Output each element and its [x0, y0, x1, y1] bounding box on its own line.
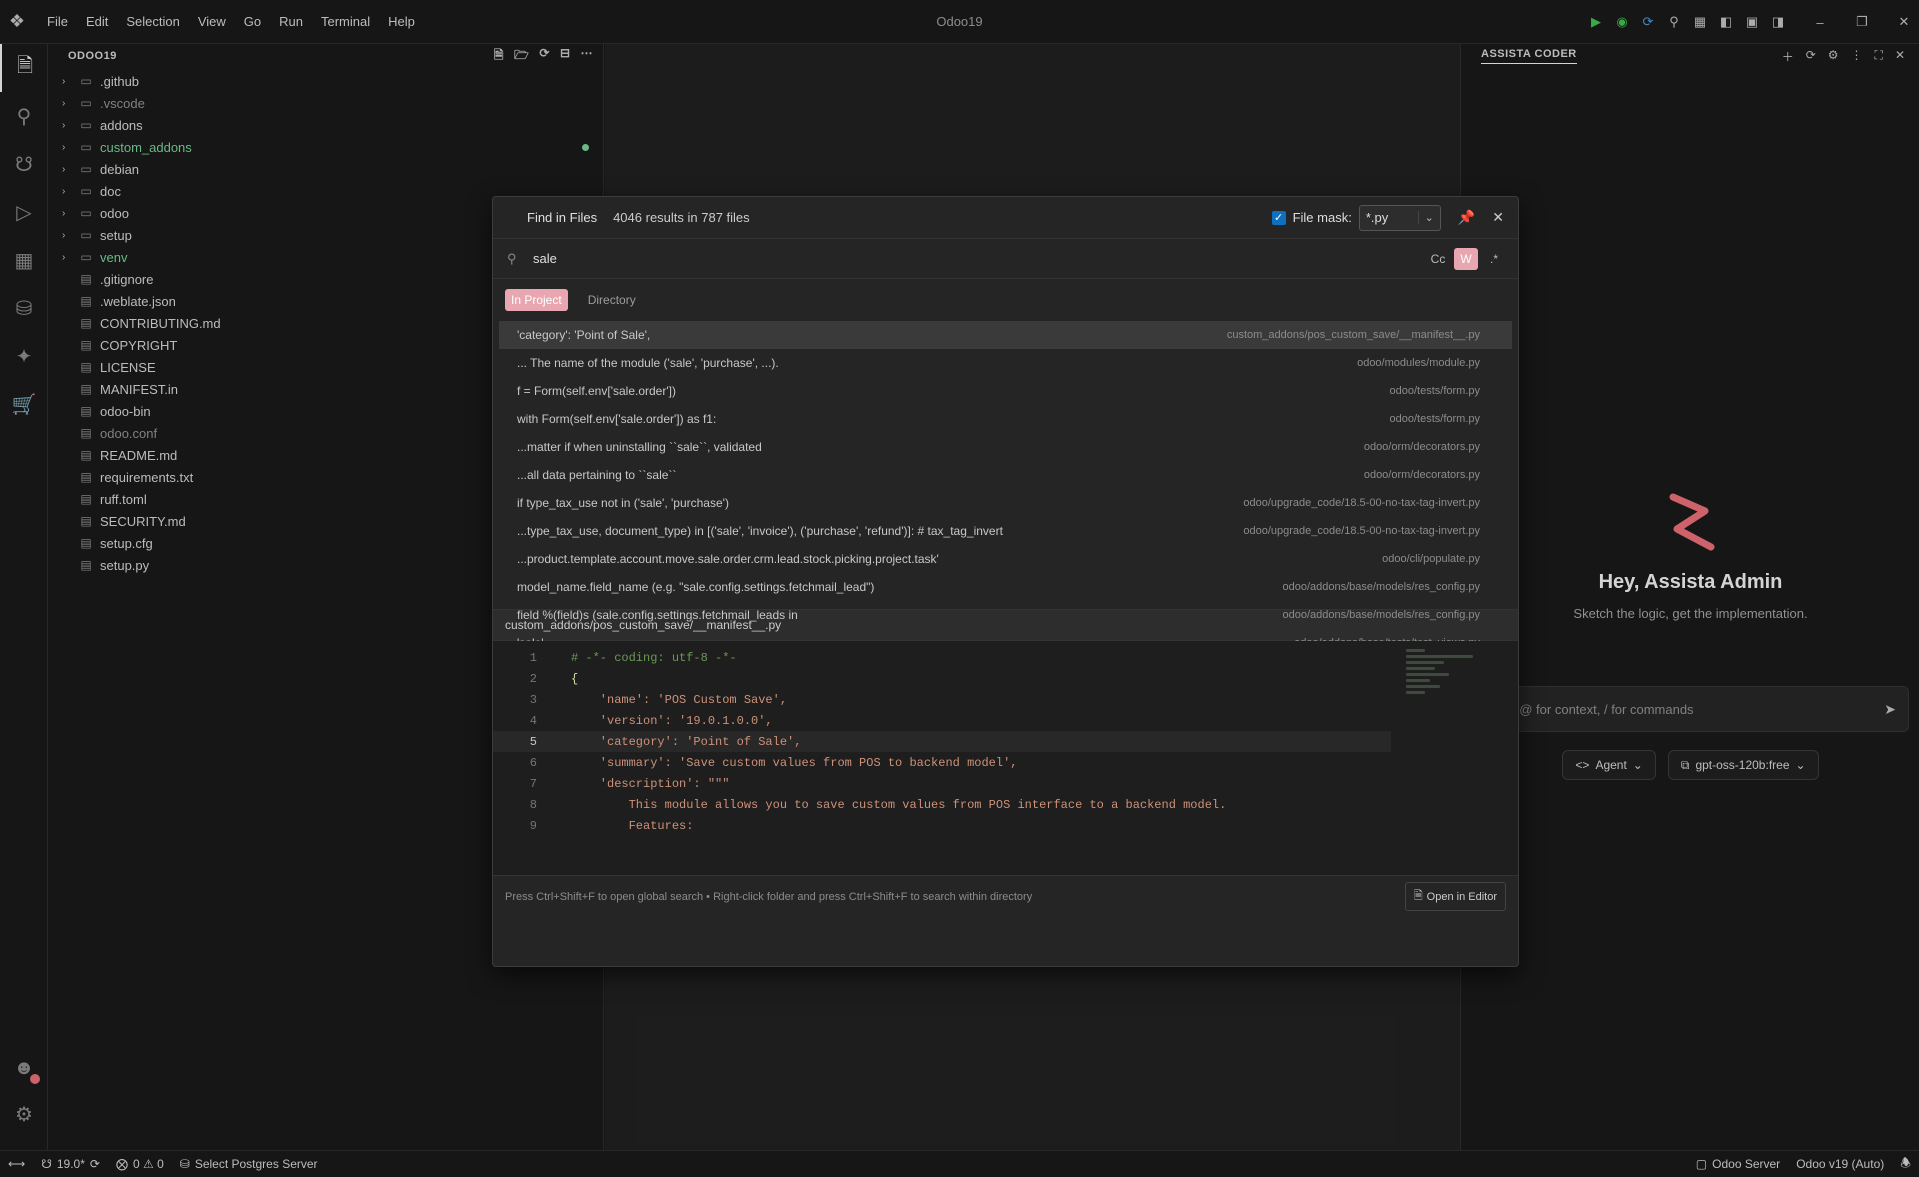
code-text: 'name': 'POS Custom Save', [571, 692, 788, 707]
result-file-path: odoo/tests/form.py [1389, 385, 1481, 397]
open-in-editor-button[interactable]: 🗎 Open in Editor [1404, 882, 1506, 911]
file-mask-value: *.py [1365, 210, 1389, 225]
result-file-path: odoo/addons/base/models/res_config.py [1282, 581, 1480, 593]
line-number: 3 [529, 692, 537, 707]
code-line: 1 # -*- coding: utf-8 -*- [493, 647, 1518, 668]
result-file-path: custom_addons/pos_custom_save/__manifest… [1226, 329, 1480, 341]
line-number: 7 [529, 776, 537, 791]
code-text: Features: [571, 818, 694, 833]
tab-in-project[interactable]: In Project [505, 289, 568, 311]
result-line-text: field %(field)s (sale.config.settings.fe… [517, 608, 798, 622]
result-row[interactable]: with Form(self.env['sale.order']) as f1:… [499, 405, 1512, 433]
code-line: 9 Features: [493, 815, 1518, 836]
line-number: 2 [529, 671, 537, 686]
code-line: 2{ [493, 668, 1518, 689]
code-text: 'description': """ [571, 776, 730, 791]
code-text: 'summary': 'Save custom values from POS … [571, 755, 1018, 770]
line-number: 9 [529, 818, 537, 833]
code-line: 6 'summary': 'Save custom values from PO… [493, 752, 1518, 773]
result-line-text: ...type_tax_use, document_type) in [('sa… [517, 524, 1003, 538]
result-line-text: ... The name of the module ('sale', 'pur… [517, 356, 779, 370]
result-file-path: odoo/cli/populate.py [1382, 553, 1480, 565]
result-line-text: if type_tax_use not in ('sale', 'purchas… [517, 496, 729, 510]
result-row[interactable]: model_name.field_name (e.g. "sale.config… [499, 573, 1512, 601]
result-count: 4046 results in 787 files [613, 210, 750, 225]
result-line-text: ...all data pertaining to ``sale`` [517, 468, 677, 482]
whole-word-toggle[interactable]: W [1454, 247, 1478, 270]
result-file-path: odoo/upgrade_code/18.5-00-no-tax-tag-inv… [1243, 525, 1480, 537]
result-file-path: odoo/addons/base/models/res_config.py [1282, 609, 1480, 621]
line-number: 8 [529, 797, 537, 812]
chevron-down-icon: ⌄ [1417, 211, 1434, 224]
result-row[interactable]: ...type_tax_use, document_type) in [('sa… [499, 517, 1512, 545]
code-text: This module allows you to save custom va… [571, 797, 1227, 812]
search-input[interactable] [533, 251, 1422, 266]
match-case-toggle[interactable]: Cc [1426, 248, 1450, 270]
line-number: 4 [529, 713, 537, 728]
code-line: 5 'category': 'Point of Sale', [493, 731, 1391, 752]
file-mask-label: File mask: [1292, 210, 1352, 225]
search-icon: ⚲ [507, 250, 517, 266]
result-row[interactable]: f = Form(self.env['sale.order']) odoo/tes… [499, 377, 1512, 405]
regex-toggle[interactable]: .* [1482, 248, 1506, 270]
code-text: 'category': 'Point of Sale', [571, 734, 802, 749]
minimap[interactable] [1406, 649, 1502, 849]
result-file-path: odoo/orm/decorators.py [1363, 469, 1480, 481]
code-text: # -*- coding: utf-8 -*- [571, 650, 737, 665]
result-row[interactable]: 'category': 'Point of Sale', custom_addon… [499, 321, 1512, 349]
result-line-text: 'category': 'Point of Sale', [517, 328, 651, 342]
result-line-text: with Form(self.env['sale.order']) as f1: [517, 412, 717, 426]
find-dialog-footer: Press Ctrl+Shift+F to open global search… [493, 875, 1518, 917]
file-mask-checkbox[interactable]: ✓ [1271, 210, 1286, 225]
code-text: 'version': '19.0.1.0.0', [571, 713, 773, 728]
result-line-text: f = Form(self.env['sale.order']) [517, 384, 676, 398]
code-line: 3 'name': 'POS Custom Save', [493, 689, 1518, 710]
result-file-path: odoo/modules/module.py [1357, 357, 1480, 369]
code-text: { [571, 671, 579, 686]
code-preview: 1 # -*- coding: utf-8 -*- 2{3 'name': 'POS… [493, 641, 1518, 875]
result-file-path: odoo/orm/decorators.py [1363, 441, 1480, 453]
result-file-path: odoo/upgrade_code/18.5-00-no-tax-tag-inv… [1243, 497, 1480, 509]
tab-directory[interactable]: Directory [582, 289, 642, 311]
open-in-editor-label: Open in Editor [1426, 890, 1497, 903]
result-row[interactable]: ... The name of the module ('sale', 'pur… [499, 349, 1512, 377]
result-file-path: odoo/tests/form.py [1389, 413, 1481, 425]
find-dialog-header: Find in Files 4046 results in 787 files … [493, 197, 1518, 239]
result-row[interactable]: field %(field)s (sale.config.settings.fe… [499, 601, 1512, 629]
results-list: 'category': 'Point of Sale', custom_addon… [493, 321, 1518, 678]
find-dialog-title: Find in Files [527, 210, 598, 225]
scope-tabs: In Project Directory [493, 279, 1518, 321]
line-number: 5 [529, 734, 537, 749]
result-row[interactable]: if type_tax_use not in ('sale', 'purchas… [499, 489, 1512, 517]
footer-hint: Press Ctrl+Shift+F to open global search… [505, 890, 1033, 903]
file-mask-select[interactable]: *.py ⌄ [1358, 204, 1441, 231]
code-line: 7 'description': """ [493, 773, 1518, 794]
result-row[interactable]: ...product.template.account.move.sale.or… [499, 545, 1512, 573]
code-line: 4 'version': '19.0.1.0.0', [493, 710, 1518, 731]
pin-icon[interactable]: 📌 [1458, 209, 1475, 226]
result-line-text: ...matter if when uninstalling ``sale``,… [517, 440, 762, 454]
line-number: 6 [529, 755, 537, 770]
result-line-text: ...product.template.account.move.sale.or… [517, 552, 939, 566]
result-row[interactable]: ...matter if when uninstalling ``sale``,… [499, 433, 1512, 461]
code-line: 8 This module allows you to save custom … [493, 794, 1518, 815]
result-line-text: model_name.field_name (e.g. "sale.config… [517, 580, 875, 594]
close-icon[interactable]: ✕ [1492, 209, 1504, 226]
line-number: 1 [529, 650, 537, 665]
find-search-bar: ⚲ Cc W .* [493, 239, 1518, 279]
find-in-files-dialog: Find in Files 4046 results in 787 files … [492, 196, 1519, 967]
open-file-icon: 🗎 [1413, 890, 1423, 902]
result-row[interactable]: ...all data pertaining to ``sale`` odoo/o… [499, 461, 1512, 489]
